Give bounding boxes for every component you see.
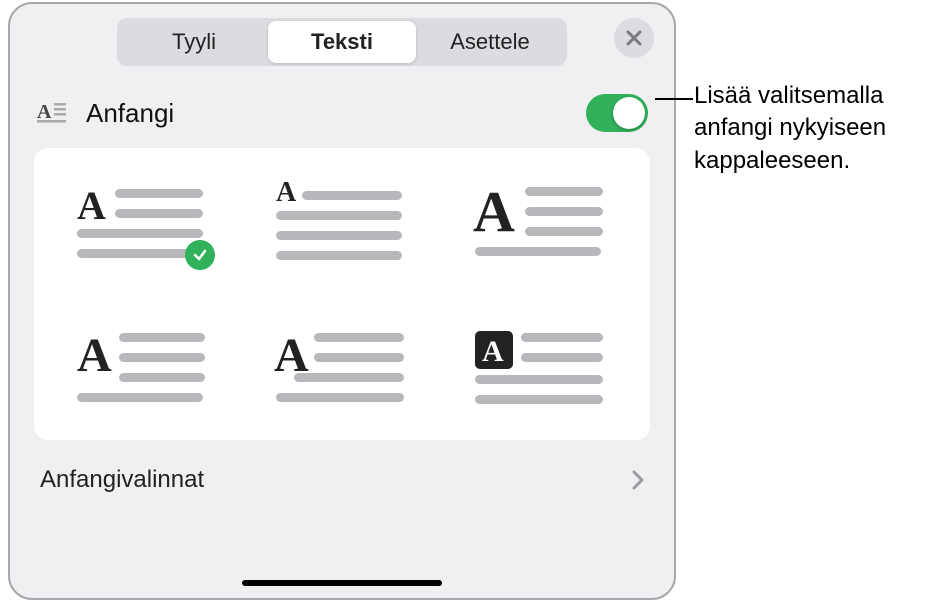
selected-check-icon xyxy=(185,240,215,270)
close-button[interactable] xyxy=(614,18,654,58)
drop-cap-options-row[interactable]: Anfangivalinnat xyxy=(10,440,674,494)
drop-cap-style-6[interactable]: A xyxy=(451,322,632,412)
drop-cap-styles-grid: A A A xyxy=(34,148,650,440)
drop-cap-style-5[interactable]: A xyxy=(251,322,432,412)
svg-text:A: A xyxy=(473,181,515,244)
toggle-knob xyxy=(613,97,645,129)
drop-cap-icon: A xyxy=(36,97,68,129)
drop-cap-style-4[interactable]: A xyxy=(52,322,233,412)
segmented-control: Tyyli Teksti Asettele xyxy=(117,18,567,66)
svg-text:A: A xyxy=(276,181,297,208)
drop-cap-toggle[interactable] xyxy=(586,94,648,132)
svg-text:A: A xyxy=(482,335,504,368)
tab-arrange[interactable]: Asettele xyxy=(416,21,564,63)
drop-cap-style-3[interactable]: A xyxy=(451,176,632,266)
callout-text: Lisää valitsemalla anfangi nykyiseen kap… xyxy=(694,80,944,177)
close-icon xyxy=(626,30,642,46)
svg-text:A: A xyxy=(77,183,106,228)
callout-leader-line xyxy=(655,98,693,100)
drop-cap-title: Anfangi xyxy=(86,98,586,129)
format-panel: Tyyli Teksti Asettele A Anfangi xyxy=(8,2,676,600)
svg-text:A: A xyxy=(37,101,52,123)
chevron-right-icon xyxy=(632,470,644,490)
drop-cap-options-label: Anfangivalinnat xyxy=(40,466,204,494)
svg-text:A: A xyxy=(274,329,309,382)
tab-style[interactable]: Tyyli xyxy=(120,21,268,63)
home-indicator xyxy=(242,580,442,586)
drop-cap-style-2[interactable]: A xyxy=(251,176,432,266)
drop-cap-header: A Anfangi xyxy=(10,66,674,148)
svg-text:A: A xyxy=(77,329,112,382)
tabs-header: Tyyli Teksti Asettele xyxy=(10,4,674,66)
tab-text[interactable]: Teksti xyxy=(268,21,416,63)
drop-cap-style-1[interactable]: A xyxy=(52,176,233,266)
